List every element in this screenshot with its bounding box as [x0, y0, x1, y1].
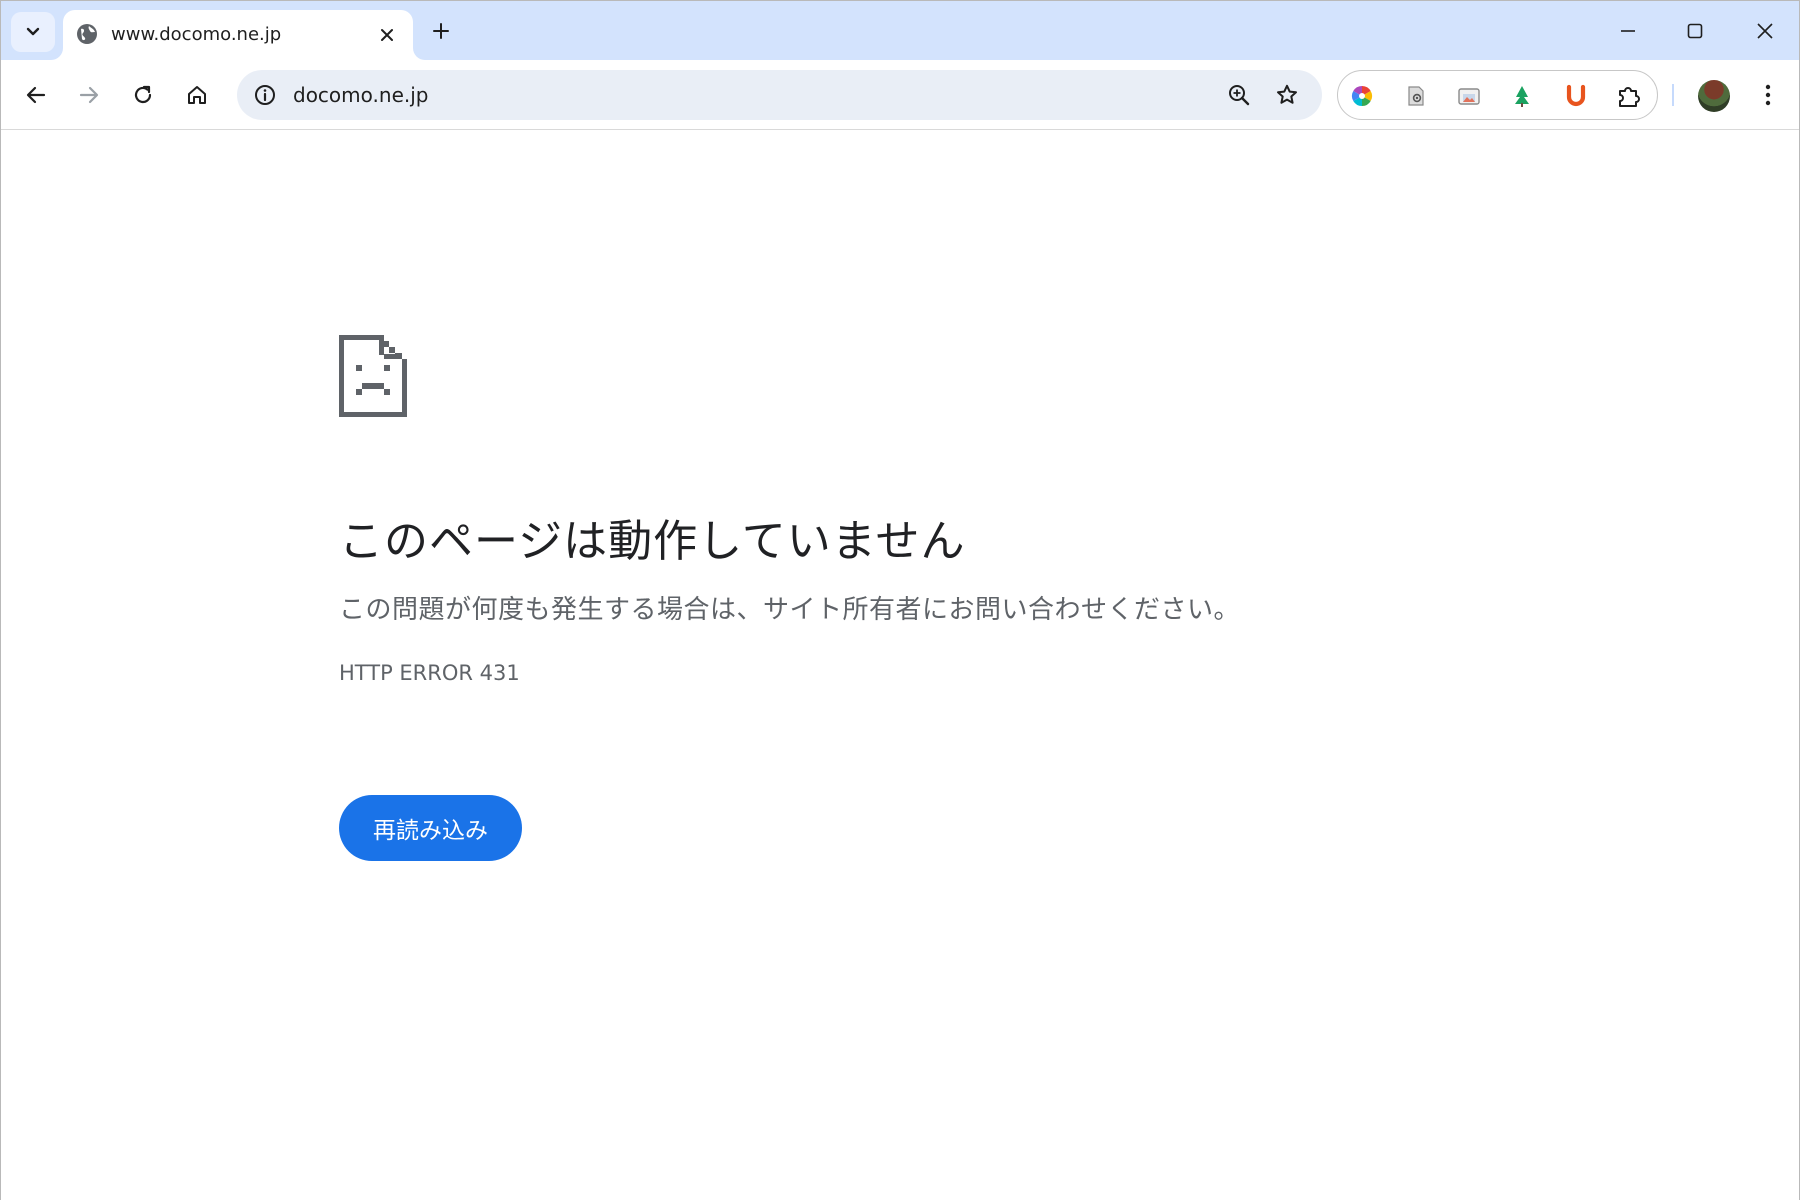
toolbar-divider [1672, 84, 1674, 106]
screenshot-icon [1458, 88, 1480, 105]
close-icon [381, 29, 393, 41]
extensions-menu-button[interactable] [1613, 80, 1645, 112]
home-button[interactable] [177, 75, 217, 115]
arrow-left-icon [26, 86, 46, 104]
reload-icon [134, 85, 152, 104]
zoom-button[interactable] [1223, 79, 1255, 111]
extension-screenshot[interactable] [1453, 80, 1485, 112]
tab-strip: www.docomo.ne.jp [1, 1, 1799, 60]
reload-button[interactable] [123, 75, 163, 115]
extensions-area [1337, 70, 1658, 120]
active-tab[interactable]: www.docomo.ne.jp [63, 10, 413, 60]
maximize-button[interactable] [1667, 11, 1723, 51]
bookmark-button[interactable] [1271, 79, 1303, 111]
reload-page-button[interactable]: 再読み込み [339, 795, 522, 861]
minimize-icon [1621, 30, 1635, 32]
close-icon [1757, 23, 1773, 39]
extension-u[interactable] [1560, 80, 1592, 112]
home-icon [188, 86, 206, 104]
browser-window: www.docomo.ne.jp docomo.ne.jp このページは動作して… [0, 0, 1800, 1200]
back-button[interactable] [16, 75, 56, 115]
site-info-button[interactable] [249, 79, 281, 111]
url-text[interactable]: docomo.ne.jp [293, 83, 428, 107]
u-icon [1566, 84, 1586, 107]
page-content: このページは動作していません この問題が何度も発生する場合は、サイト所有者にお問… [1, 131, 1799, 1200]
close-window-button[interactable] [1737, 11, 1793, 51]
profile-avatar[interactable] [1698, 80, 1730, 112]
plus-icon [433, 23, 449, 39]
forward-button[interactable] [69, 75, 109, 115]
color-wheel-icon [1351, 85, 1373, 107]
star-icon [1277, 84, 1297, 104]
arrow-right-icon [79, 86, 99, 104]
minimize-button[interactable] [1600, 11, 1656, 51]
info-icon [255, 85, 275, 105]
browser-menu-button[interactable] [1752, 75, 1784, 115]
tree-icon [1515, 86, 1529, 107]
tab-search-button[interactable] [11, 12, 55, 52]
toolbar: docomo.ne.jp [1, 60, 1799, 130]
extension-document[interactable] [1400, 80, 1432, 112]
address-bar[interactable]: docomo.ne.jp [237, 70, 1322, 120]
zoom-in-icon [1229, 85, 1250, 106]
error-description: この問題が何度も発生する場合は、サイト所有者にお問い合わせください。 [339, 595, 1241, 625]
new-tab-button[interactable] [425, 15, 457, 47]
tab-close-button[interactable] [375, 23, 399, 47]
extension-color-picker[interactable] [1346, 80, 1378, 112]
maximize-icon [1687, 23, 1703, 39]
document-at-icon [1408, 86, 1424, 106]
globe-icon [77, 24, 97, 44]
kebab-menu-icon [1765, 84, 1771, 106]
extension-tree[interactable] [1506, 80, 1538, 112]
puzzle-icon [1619, 87, 1640, 107]
tab-title: www.docomo.ne.jp [111, 24, 282, 45]
sad-document-icon [339, 335, 407, 417]
chevron-down-icon [26, 27, 40, 36]
error-code: HTTP ERROR 431 [339, 661, 520, 685]
error-heading: このページは動作していません [339, 516, 966, 567]
